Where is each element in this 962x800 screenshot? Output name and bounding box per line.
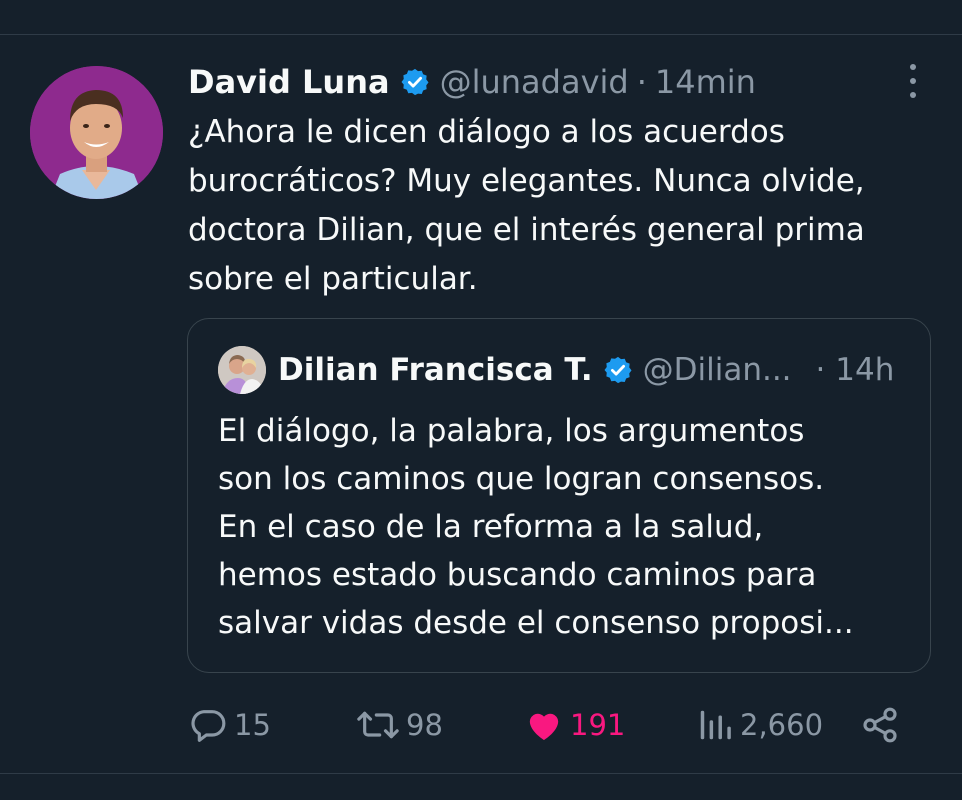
quoted-text-line: En el caso de la reforma a la salud, — [218, 509, 764, 545]
tweet-header: David Luna @lunadavid · 14min — [188, 60, 756, 104]
quoted-text-line: El diálogo, la palabra, los argumentos — [218, 413, 805, 449]
heart-icon — [529, 713, 559, 740]
top-divider — [0, 34, 962, 35]
tweet-text-line: doctora Dilian, que el interés general p… — [188, 212, 865, 248]
quoted-tweet-text: El diálogo, la palabra, los argumentos s… — [218, 407, 908, 647]
tweet-text-line: ¿Ahora le dicen diálogo a los acuerdos — [188, 114, 785, 150]
quoted-text-line: son los caminos que logran consensos. — [218, 461, 825, 497]
verified-badge-icon — [603, 355, 633, 385]
reply-count: 15 — [234, 708, 271, 742]
author-avatar[interactable] — [30, 66, 163, 199]
header-separator: · — [636, 63, 647, 101]
tweet-text-line: burocráticos? Muy elegantes. Nunca olvid… — [188, 163, 865, 199]
view-count: 2,660 — [740, 708, 824, 742]
quoted-tweet-card[interactable]: Dilian Francisca T. @Dilian... · 14h El … — [187, 318, 931, 673]
retweet-count: 98 — [406, 708, 443, 742]
verified-badge-icon — [400, 67, 430, 97]
views-button[interactable]: 2,660 — [696, 702, 823, 748]
retweet-button[interactable]: 98 — [356, 702, 443, 748]
quoted-text-line: salvar vidas desde el consenso proposi..… — [218, 605, 854, 641]
share-icon — [863, 707, 897, 743]
reply-icon — [191, 710, 226, 742]
quoted-tweet-header: Dilian Francisca T. @Dilian... · 14h — [218, 345, 894, 395]
author-display-name[interactable]: David Luna — [188, 63, 390, 101]
quoted-author-handle: @Dilian... — [642, 352, 792, 388]
tweet-timestamp[interactable]: 14min — [655, 63, 756, 101]
reply-button[interactable]: 15 — [188, 702, 271, 748]
tweet-action-bar: 15 98 191 2,660 — [188, 702, 908, 748]
like-count: 191 — [570, 708, 626, 742]
views-icon — [700, 710, 731, 740]
quoted-text-line: hemos estado buscando caminos para — [218, 557, 817, 593]
quoted-author-avatar — [218, 346, 266, 394]
share-button[interactable] — [860, 702, 900, 748]
bottom-divider — [0, 773, 962, 774]
author-handle[interactable]: @lunadavid — [440, 63, 629, 101]
quoted-author-display-name: Dilian Francisca T. — [278, 352, 593, 388]
quoted-tweet-timestamp: · 14h — [815, 352, 895, 388]
tweet-text-line: sobre el particular. — [188, 261, 478, 297]
tweet-page: David Luna @lunadavid · 14min ¿Ahora le … — [0, 0, 962, 800]
more-options-icon[interactable] — [906, 64, 920, 98]
like-button[interactable]: 191 — [524, 702, 625, 748]
tweet-text: ¿Ahora le dicen diálogo a los acuerdos b… — [188, 108, 928, 304]
retweet-icon — [357, 711, 399, 739]
